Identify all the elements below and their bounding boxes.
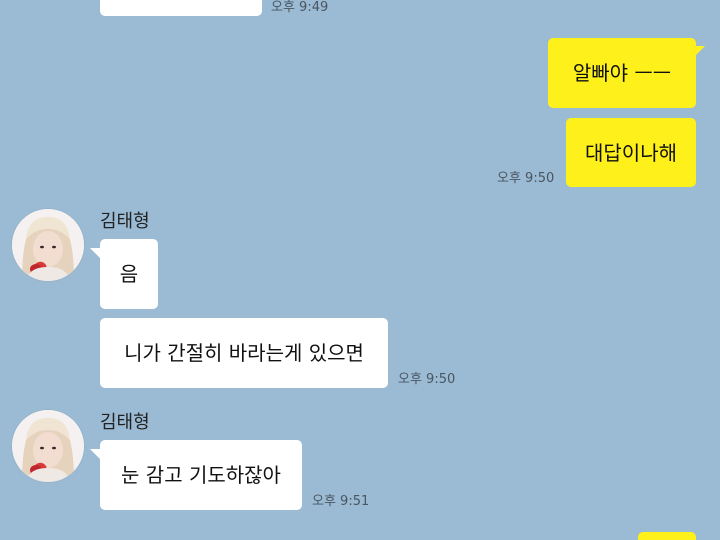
outgoing-message-bubble[interactable]: 알빠야 ㅡㅡ <box>548 38 696 108</box>
outgoing-message-bubble[interactable]: 대답이나해 <box>566 118 696 187</box>
sender-name: 김태형 <box>100 211 150 232</box>
chat-area[interactable]: 오후 9:49 알빠야 ㅡㅡ 대답이나해 오후 9:50 김태형 음 니가 간절… <box>0 0 720 540</box>
message-text: 음 <box>119 262 139 286</box>
message-text: 니가 간절히 바라는게 있으면 <box>124 341 364 365</box>
incoming-message-bubble[interactable]: 니가 간절히 바라는게 있으면 <box>100 318 388 388</box>
bubble-tail <box>90 248 101 259</box>
sender-avatar[interactable] <box>12 209 84 281</box>
message-text: 눈 감고 기도하잖아 <box>121 463 281 487</box>
bubble-tail <box>90 449 101 460</box>
message-timestamp: 오후 9:50 <box>497 171 555 186</box>
message-text: 알빠야 ㅡㅡ <box>572 61 672 85</box>
message-timestamp: 오후 9:50 <box>398 372 456 387</box>
profile-photo-icon <box>12 209 84 281</box>
previous-message-bubble[interactable] <box>100 0 262 16</box>
message-timestamp: 오후 9:49 <box>271 0 329 15</box>
sender-name: 김태형 <box>100 412 150 433</box>
profile-photo-icon <box>12 410 84 482</box>
message-timestamp: 오후 9:51 <box>312 494 370 509</box>
message-text: 대답이나해 <box>585 140 677 165</box>
bubble-tail <box>694 46 705 57</box>
incoming-message-bubble[interactable]: 음 <box>100 239 158 309</box>
sender-avatar[interactable] <box>12 410 84 482</box>
next-outgoing-message-bubble[interactable] <box>638 532 696 540</box>
incoming-message-bubble[interactable]: 눈 감고 기도하잖아 <box>100 440 302 510</box>
